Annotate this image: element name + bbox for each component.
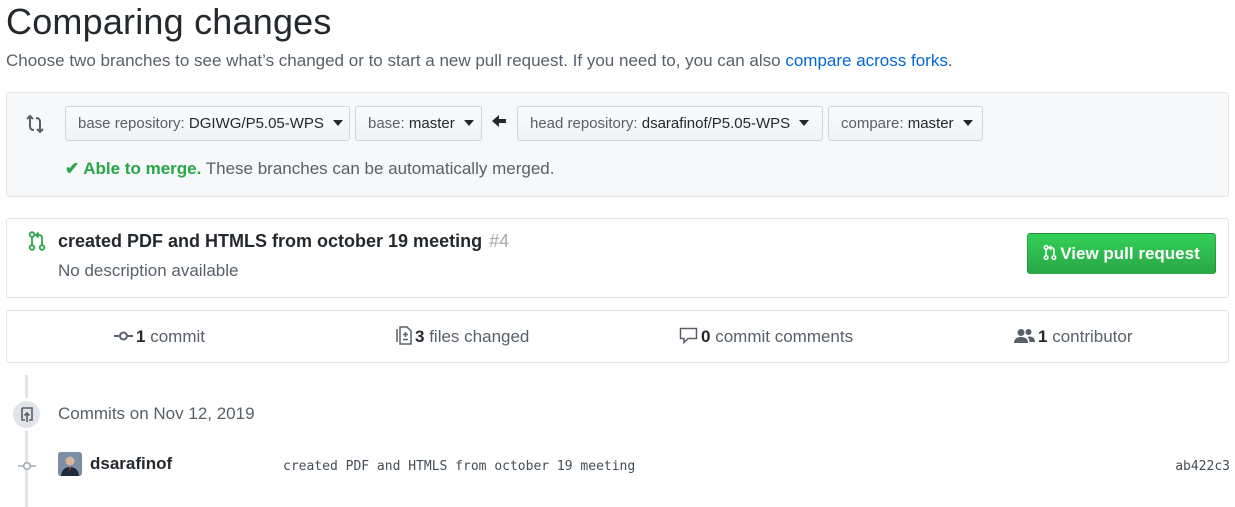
subtitle-end: . [947,51,953,70]
commit-message[interactable]: created PDF and HTMLS from october 19 me… [283,459,635,474]
page-subtitle: Choose two branches to see what’s change… [6,50,953,72]
head-repo-label: head repository: [530,115,638,132]
pull-request-description: No description available [58,261,239,280]
git-commit-icon [114,331,133,341]
files-label: files changed [429,327,530,346]
base-repo-label: base repository: [78,115,185,132]
pull-request-title-text[interactable]: created PDF and HTMLS from october 19 me… [58,231,482,251]
file-diff-icon [396,326,412,345]
caret-down-icon [962,120,973,127]
overall-summary: 1 commit 3 files changed 0 commit commen… [6,310,1229,363]
contributors-count: 1 [1038,327,1048,346]
base-branch-select[interactable]: base: master [355,106,482,141]
contributors-label: contributor [1052,327,1133,346]
files-count: 3 [415,327,425,346]
base-repo-value: DGIWG/P5.05-WPS [188,115,324,132]
pull-request-title[interactable]: created PDF and HTMLS from october 19 me… [58,231,509,252]
avatar[interactable] [58,452,82,476]
git-commit-icon [18,461,36,471]
compare-branch-select[interactable]: compare: master [828,106,983,141]
caret-down-icon [799,120,810,127]
range-editor: base repository: DGIWG/P5.05-WPS base: m… [6,92,1229,197]
check-icon: ✔ [65,159,80,178]
git-pull-request-icon [1043,244,1057,261]
caret-down-icon [333,120,344,127]
git-pull-request-icon [28,231,46,251]
base-repository-select[interactable]: base repository: DGIWG/P5.05-WPS [65,106,350,141]
commit-author[interactable]: dsarafinof [90,454,172,474]
repo-push-icon [21,407,33,422]
merge-status-text: These branches can be automatically merg… [201,159,555,178]
existing-pull-request: created PDF and HTMLS from october 19 me… [6,218,1229,298]
head-repo-value: dsarafinof/P5.05-WPS [641,115,791,132]
repo-push-badge [10,398,43,431]
compare-value: master [907,115,954,132]
compare-across-forks-link[interactable]: compare across forks [785,51,948,70]
head-repository-select[interactable]: head repository: dsarafinof/P5.05-WPS [517,106,823,141]
base-label: base: [368,115,405,132]
commits-tab[interactable]: 1 commit [114,327,205,347]
files-changed-tab[interactable]: 3 files changed [396,326,530,347]
commits-timeline [25,375,28,507]
view-pull-request-button[interactable]: View pull request [1027,233,1216,274]
comments-count: 0 [701,327,711,346]
merge-status: ✔ Able to merge. These branches can be au… [65,159,554,179]
page-title: Comparing changes [6,1,332,42]
commits-date-heading: Commits on Nov 12, 2019 [58,404,255,423]
user-avatar-icon [58,452,82,476]
caret-down-icon [463,120,474,127]
base-value: master [408,115,455,132]
compare-icon [26,114,44,134]
commit-comments-tab[interactable]: 0 commit comments [679,327,853,347]
commit-sha[interactable]: ab422c3 [1175,459,1230,474]
comments-label: commit comments [715,327,854,346]
commits-count: 1 [136,327,146,346]
people-icon [1014,328,1035,343]
view-pull-request-label: View pull request [1060,244,1200,263]
contributors-tab[interactable]: 1 contributor [1014,327,1133,347]
arrow-left-icon [492,115,506,127]
pull-request-number: #4 [489,231,510,251]
merge-ok-text: Able to merge. [83,159,202,178]
compare-label: compare: [841,115,904,132]
commits-label: commit [150,327,205,346]
comment-icon [679,327,698,345]
subtitle-text: Choose two branches to see what’s change… [6,51,786,70]
